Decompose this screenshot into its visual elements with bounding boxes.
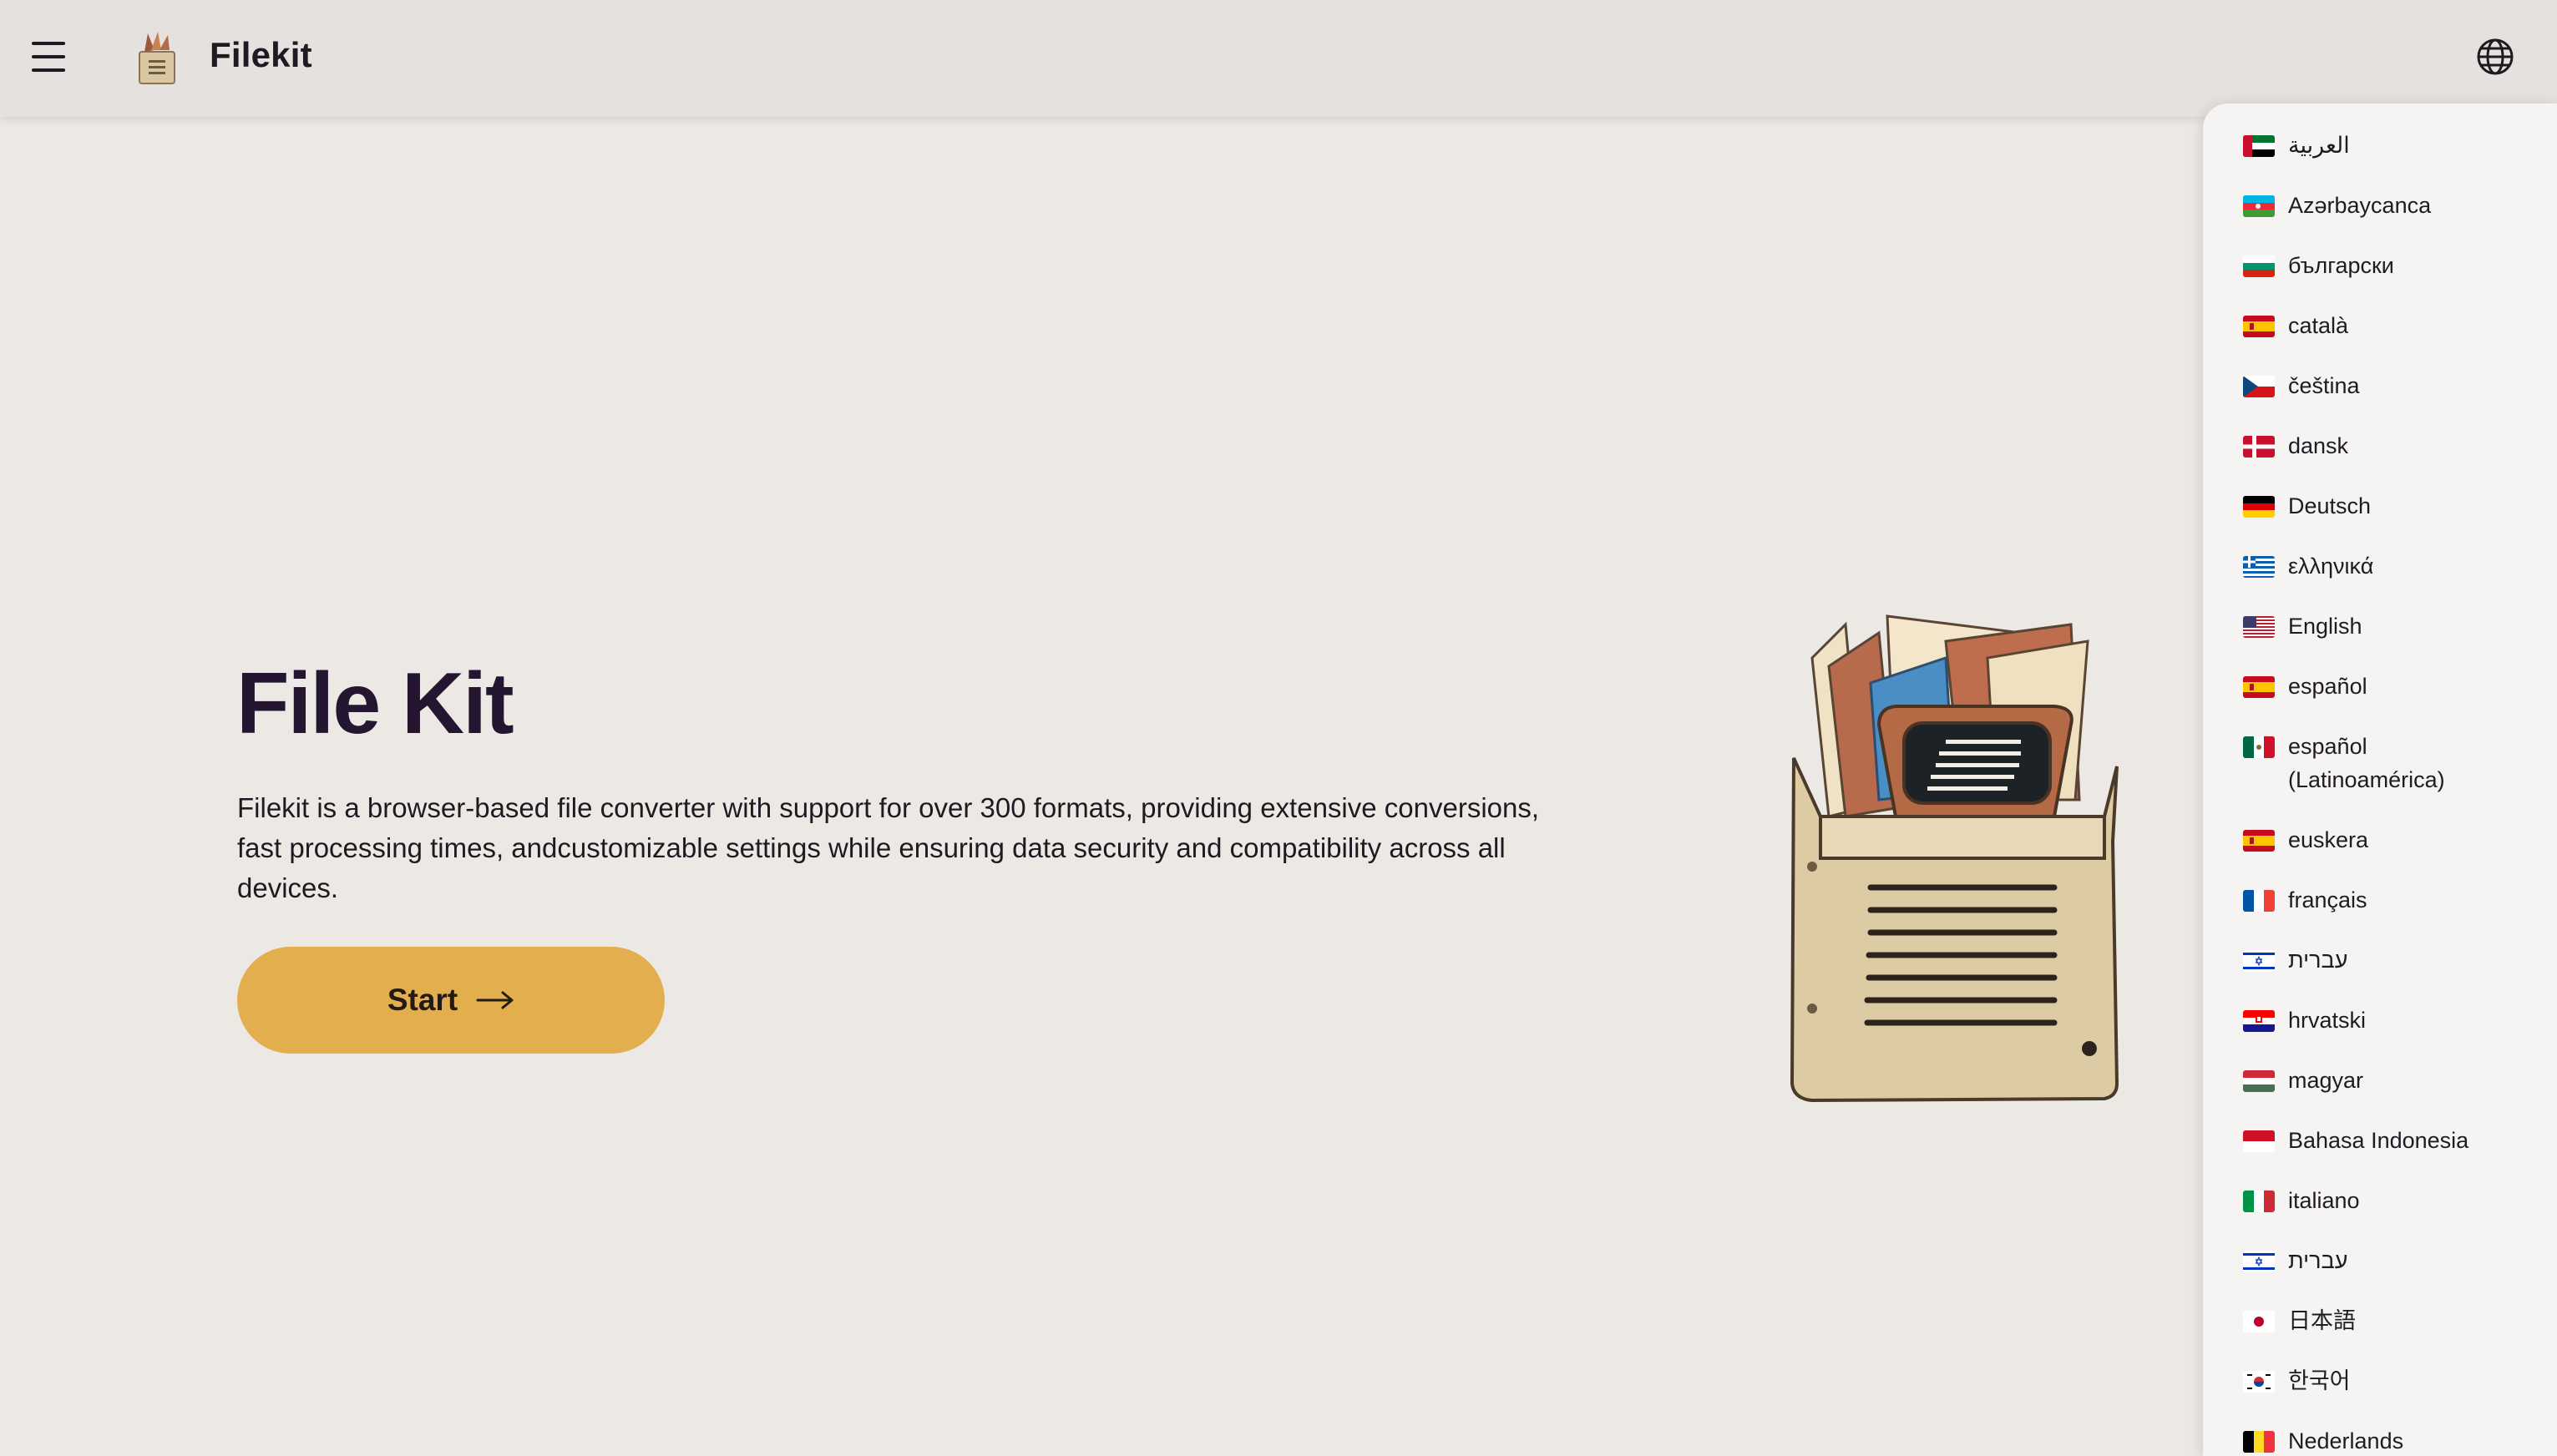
language-menu: العربية Azərbaycanca български català češtin… [2203,104,2557,1456]
filekit-logo[interactable] [136,30,178,85]
language-option-label: dansk [2288,433,2349,458]
arrow-right-icon [476,991,514,1009]
brand-name[interactable]: Filekit [210,35,312,75]
language-option-label: עברית [2288,948,2348,973]
language-option-label: Bahasa Indonesia [2288,1128,2469,1153]
language-option[interactable]: български [2203,249,2557,309]
language-option[interactable]: עברית [2203,943,2557,1004]
language-option[interactable]: 한국어 [2203,1364,2557,1424]
language-option-label: français [2288,887,2367,913]
page-title: File Kit [236,655,514,752]
language-option-label: español (Latinoamérica) [2288,734,2445,792]
language-option[interactable]: magyar [2203,1064,2557,1124]
hamburger-menu-icon[interactable] [32,42,65,72]
language-option[interactable]: euskera [2203,823,2557,883]
flag-il-icon [2243,950,2275,972]
flag-az-icon [2243,195,2275,217]
language-option[interactable]: עברית [2203,1244,2557,1304]
language-option-label: euskera [2288,827,2369,852]
start-button[interactable]: Start [237,947,665,1054]
hero-description: Filekit is a browser-based file converte… [237,792,1540,903]
language-option[interactable]: español [2203,670,2557,730]
flag-be-icon [2243,1431,2275,1453]
flag-cz-icon [2243,376,2275,397]
flag-us-icon [2243,616,2275,638]
language-option-label: català [2288,313,2349,338]
language-option[interactable]: Nederlands [2203,1424,2557,1456]
language-option-label: English [2288,614,2362,639]
language-option[interactable]: italiano [2203,1184,2557,1244]
language-option[interactable]: dansk [2203,429,2557,489]
language-option-label: العربية [2288,133,2350,158]
language-option[interactable]: العربية [2203,129,2557,189]
flag-bg-icon [2243,255,2275,277]
language-option[interactable]: 日本語 [2203,1304,2557,1364]
flag-kr-icon [2243,1371,2275,1393]
language-option[interactable]: català [2203,309,2557,369]
top-navbar: Filekit [0,0,2557,117]
flag-mx-icon [2243,736,2275,758]
language-option[interactable]: ελληνικά [2203,549,2557,609]
language-option-label: español [2288,674,2367,699]
flag-id-icon [2243,1130,2275,1152]
language-option-label: עברית [2288,1248,2348,1273]
language-option-label: Deutsch [2288,493,2372,518]
file-box-illustration [1790,614,2119,1102]
language-option[interactable]: français [2203,883,2557,943]
language-option[interactable]: español (Latinoamérica) [2203,730,2557,823]
flag-ae-icon [2243,135,2275,157]
flag-de-icon [2243,496,2275,518]
flag-jp-icon [2243,1311,2275,1332]
flag-gr-icon [2243,556,2275,578]
language-option-label: hrvatski [2288,1008,2367,1033]
flag-es-icon [2243,676,2275,698]
language-option-label: čeština [2288,373,2360,398]
flag-es-icon [2243,316,2275,337]
globe-icon[interactable] [2475,37,2515,77]
language-option-label: 日本語 [2288,1308,2356,1333]
language-option-label: magyar [2288,1068,2364,1093]
language-option[interactable]: Deutsch [2203,489,2557,549]
start-button-label: Start [387,983,458,1017]
language-option[interactable]: čeština [2203,369,2557,429]
flag-il-icon [2243,1251,2275,1272]
language-option-label: italiano [2288,1188,2360,1213]
flag-fr-icon [2243,890,2275,912]
language-option-label: Nederlands [2288,1428,2404,1453]
flag-hu-icon [2243,1070,2275,1092]
language-option[interactable]: English [2203,609,2557,670]
flag-it-icon [2243,1191,2275,1212]
language-option[interactable]: hrvatski [2203,1004,2557,1064]
language-option-label: Azərbaycanca [2288,193,2432,218]
language-option[interactable]: Bahasa Indonesia [2203,1124,2557,1184]
language-option-label: 한국어 [2288,1368,2351,1393]
language-option[interactable]: Azərbaycanca [2203,189,2557,249]
flag-dk-icon [2243,436,2275,458]
flag-hr-icon [2243,1010,2275,1032]
language-option-label: български [2288,253,2394,278]
flag-es-icon [2243,830,2275,852]
language-option-label: ελληνικά [2288,554,2374,579]
